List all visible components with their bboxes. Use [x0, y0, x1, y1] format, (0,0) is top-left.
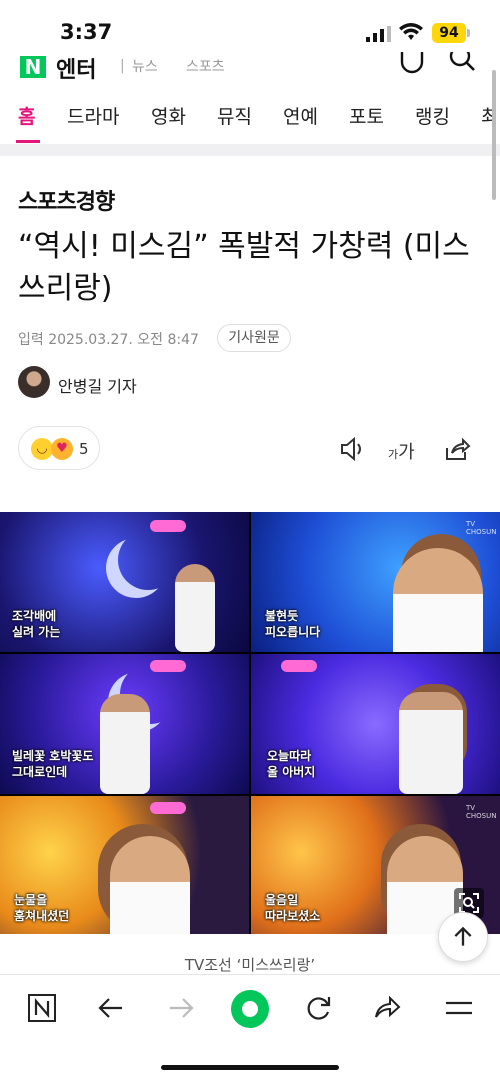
reaction-button[interactable]: ◡ ♥ 5: [18, 426, 100, 470]
menu-icon[interactable]: [444, 993, 474, 1023]
show-banner: [150, 520, 186, 532]
show-banner: [281, 660, 317, 672]
original-article-button[interactable]: 기사원문: [217, 324, 291, 352]
tab-movie[interactable]: 영화: [151, 102, 186, 129]
singer-figure: [110, 836, 190, 934]
search-icon[interactable]: [448, 52, 476, 76]
tab-ranking[interactable]: 랭킹: [415, 102, 450, 129]
naver-logo[interactable]: N: [20, 56, 46, 78]
status-bar: 3:37 94: [0, 0, 500, 52]
share-icon[interactable]: [372, 993, 402, 1023]
header-divider: |: [120, 58, 125, 74]
tab-divider: [0, 144, 500, 156]
naver-home-icon[interactable]: [27, 993, 57, 1023]
status-time: 3:37: [60, 20, 113, 44]
singer-figure: [393, 548, 483, 652]
reporter-avatar[interactable]: [18, 366, 50, 398]
tab-photo[interactable]: 포토: [349, 102, 384, 129]
tab-entertainment[interactable]: 연예: [283, 102, 318, 129]
singer-figure: [399, 692, 463, 794]
forward-icon[interactable]: [166, 993, 196, 1023]
active-tab-underline: [16, 140, 40, 143]
heart-eyes-emoji-icon: ♥: [51, 438, 73, 460]
press-logo[interactable]: 스포츠경향: [18, 184, 115, 216]
header-link-sports[interactable]: 스포츠: [186, 56, 225, 76]
photo-cell-4: 오늘따라 울 아버지: [251, 654, 500, 794]
subtitle-6: 울음일 따라보셨소: [265, 893, 321, 923]
category-tabs: 홈 드라마 영화 뮤직 연예 포토 랭킹 최: [0, 80, 500, 144]
photo-cell-2: 불현듯 피오릅니다 TV CHOSUN: [251, 512, 500, 652]
tab-home[interactable]: 홈: [18, 102, 35, 129]
refresh-icon[interactable]: [304, 993, 334, 1023]
smile-emoji-icon: ◡: [31, 438, 53, 460]
subtitle-2: 불현듯 피오릅니다: [265, 609, 321, 639]
font-size-button[interactable]: 가가: [388, 438, 415, 464]
green-dot-icon[interactable]: [230, 989, 270, 1029]
back-icon[interactable]: [96, 993, 126, 1023]
article-headline: “역시! 미스김” 폭발적 가창력 (미스쓰리랑): [18, 229, 470, 306]
section-logo-text[interactable]: 엔터: [56, 52, 96, 80]
font-size-large-label: 가: [398, 442, 415, 463]
tab-drama[interactable]: 드라마: [67, 102, 119, 129]
share-icon[interactable]: [443, 436, 471, 462]
photo-caption: TV조선 ‘미스쓰리랑’: [184, 956, 316, 974]
reaction-count: 5: [79, 440, 89, 458]
subtitle-1: 조각배에 실려 가는: [12, 609, 61, 639]
site-header: N 엔터 | 뉴스 스포츠: [0, 52, 500, 80]
show-banner: [150, 802, 186, 814]
speaker-icon[interactable]: [339, 436, 367, 462]
photo-cell-3: 빌레꽃 호박꽃도 그대로인데: [0, 654, 249, 794]
signal-icon: [366, 26, 391, 42]
reporter-name[interactable]: 안병길 기자: [58, 373, 137, 397]
singer-figure: [175, 564, 215, 652]
battery-indicator: 94: [432, 23, 466, 43]
article-photo[interactable]: 조각배에 실려 가는 불현듯 피오릅니다 TV CHOSUN 빌레꽃 호박꽃도 …: [0, 512, 500, 934]
subtitle-4: 오늘따라 울 아버지: [267, 749, 316, 779]
article-date: 입력 2025.03.27. 오전 8:47: [18, 332, 199, 348]
broadcaster-logo: TV CHOSUN: [466, 520, 497, 536]
subtitle-5: 눈물을 훔쳐내셨던: [14, 893, 70, 923]
home-indicator[interactable]: [161, 1065, 339, 1070]
broadcaster-logo: TV CHOSUN: [466, 804, 497, 820]
singer-figure: [100, 694, 150, 794]
heart-eyes-face: ♥: [56, 441, 68, 456]
smile-face: ◡: [36, 441, 48, 456]
subtitle-3: 빌레꽃 호박꽃도 그대로인데: [12, 749, 94, 779]
photo-cell-1: 조각배에 실려 가는: [0, 512, 249, 652]
scrollbar[interactable]: [492, 70, 496, 200]
wifi-icon: [399, 23, 423, 40]
battery-cap: [467, 29, 470, 37]
chat-icon[interactable]: [398, 52, 426, 76]
show-banner: [150, 660, 186, 672]
font-size-small-label: 가: [388, 448, 399, 461]
header-link-news[interactable]: 뉴스: [132, 56, 158, 76]
photo-cell-5: 눈물을 훔쳐내셨던: [0, 796, 249, 934]
crescent-moon: [118, 530, 178, 590]
tab-music[interactable]: 뮤직: [217, 102, 252, 129]
